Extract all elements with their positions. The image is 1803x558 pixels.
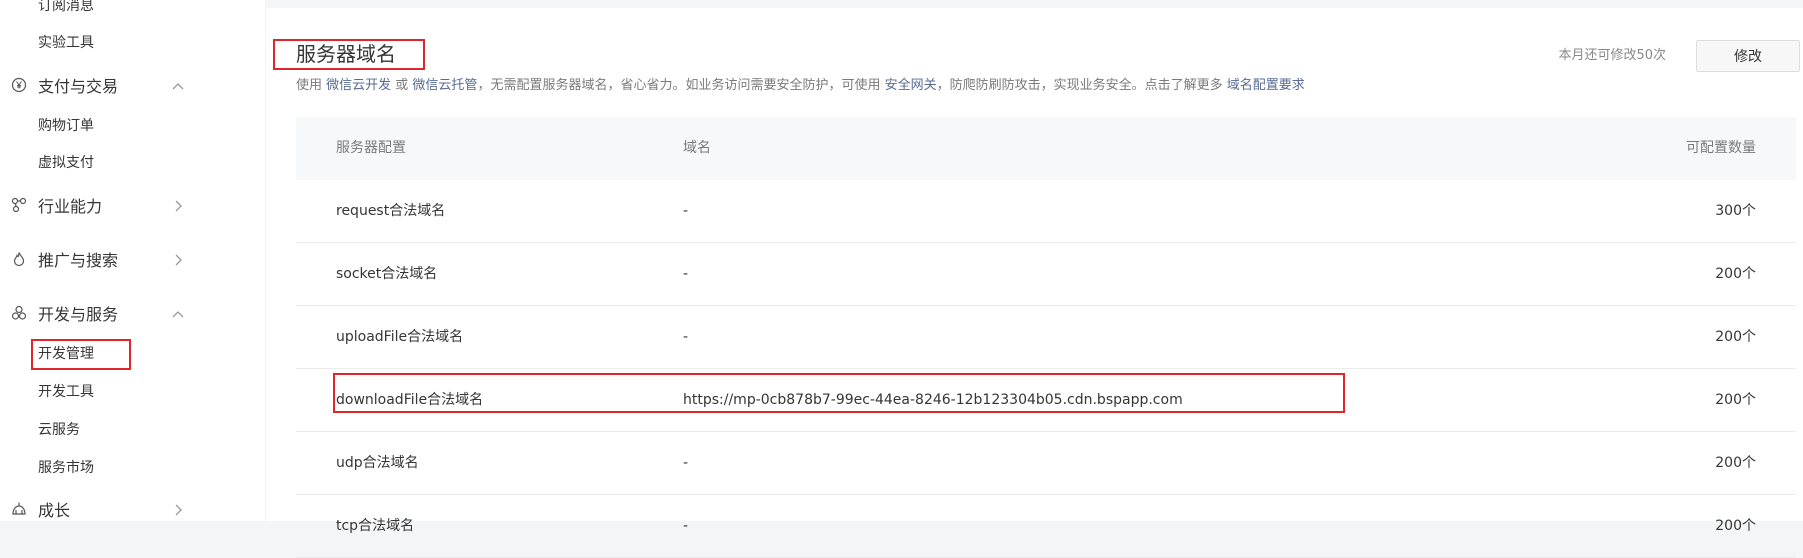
- chevron-right-icon: [171, 252, 185, 266]
- desc-text: 或: [391, 78, 413, 93]
- table-row: request合法域名 - 300个: [296, 180, 1796, 243]
- sidebar-item-cloud-service[interactable]: 云服务: [38, 420, 80, 440]
- main-panel: 服务器域名 使用 微信云开发 或 微信云托管，无需配置服务器域名，省心省力。如业…: [266, 8, 1803, 558]
- desc-text: 使用: [296, 78, 327, 93]
- table-header: 服务器配置 域名 可配置数量: [296, 117, 1796, 180]
- cell-count: 200个: [1715, 455, 1756, 471]
- sidebar-item-experiment-tools[interactable]: 实验工具: [38, 33, 94, 53]
- sidebar-group-promotion[interactable]: 推广与搜索: [10, 247, 185, 271]
- sidebar-item-dev-management[interactable]: 开发管理: [38, 344, 94, 364]
- modify-button[interactable]: 修改: [1696, 40, 1800, 72]
- header-count: 可配置数量: [1686, 140, 1756, 156]
- sidebar-item-virtual-payment[interactable]: 虚拟支付: [38, 153, 94, 173]
- growth-icon: [10, 500, 28, 518]
- cell-config: tcp合法域名: [336, 518, 415, 534]
- cell-count: 200个: [1715, 266, 1756, 282]
- table-row: tcp合法域名 - 200个: [296, 495, 1796, 558]
- sidebar-item-shopping-orders[interactable]: 购物订单: [38, 116, 94, 136]
- security-gateway-link[interactable]: 安全网关: [885, 78, 937, 93]
- cell-count: 200个: [1715, 329, 1756, 345]
- yen-circle-icon: [10, 76, 28, 94]
- cell-count: 200个: [1715, 518, 1756, 534]
- cell-count: 300个: [1715, 203, 1756, 219]
- table-row: uploadFile合法域名 - 200个: [296, 306, 1796, 369]
- cell-domain: -: [683, 329, 689, 345]
- sidebar-group-payment[interactable]: 支付与交易: [10, 73, 185, 97]
- cell-config: request合法域名: [336, 203, 446, 219]
- cell-domain: -: [683, 266, 689, 282]
- domain-table: 服务器配置 域名 可配置数量 request合法域名 - 300个 socket…: [296, 117, 1796, 558]
- chevron-up-icon: [171, 78, 185, 92]
- cell-config: udp合法域名: [336, 455, 419, 471]
- desc-text: ，无需配置服务器域名，省心省力。如业务访问需要安全防护，可使用: [477, 78, 885, 93]
- sidebar-group-industry[interactable]: 行业能力: [10, 193, 185, 217]
- sidebar-group-label: 行业能力: [38, 197, 103, 216]
- chevron-right-icon: [171, 198, 185, 212]
- nodes-icon: [10, 196, 28, 214]
- cell-config: socket合法域名: [336, 266, 438, 282]
- header-domain: 域名: [683, 140, 711, 156]
- sidebar-group-dev-service[interactable]: 开发与服务: [10, 301, 185, 325]
- wechat-cloud-host-link[interactable]: 微信云托管: [412, 78, 477, 93]
- chevron-right-icon: [171, 502, 185, 516]
- sidebar-group-label: 开发与服务: [38, 305, 119, 324]
- sidebar-item-dev-tools[interactable]: 开发工具: [38, 382, 94, 402]
- flame-icon: [10, 250, 28, 268]
- sidebar-group-growth[interactable]: 成长: [10, 497, 185, 521]
- description: 使用 微信云开发 或 微信云托管，无需配置服务器域名，省心省力。如业务访问需要安…: [296, 76, 1305, 96]
- sidebar-group-label: 支付与交易: [38, 77, 119, 96]
- cell-domain: -: [683, 518, 689, 534]
- sidebar-group-label: 推广与搜索: [38, 251, 119, 270]
- table-row: socket合法域名 - 200个: [296, 243, 1796, 306]
- cell-domain: -: [683, 203, 689, 219]
- cell-domain: -: [683, 455, 689, 471]
- sidebar-item-subscribe-message[interactable]: 订阅消息: [38, 0, 94, 16]
- domain-config-requirements-link[interactable]: 域名配置要求: [1227, 78, 1305, 93]
- table-row: downloadFile合法域名 https://mp-0cb878b7-99e…: [296, 369, 1796, 432]
- sidebar-group-label: 成长: [38, 501, 71, 520]
- header-config: 服务器配置: [336, 140, 406, 156]
- cell-domain: https://mp-0cb878b7-99ec-44ea-8246-12b12…: [683, 392, 1183, 408]
- flower-icon: [10, 304, 28, 322]
- wechat-cloud-dev-link[interactable]: 微信云开发: [326, 78, 391, 93]
- chevron-up-icon: [171, 306, 185, 320]
- quota-text: 本月还可修改50次: [1558, 48, 1666, 63]
- cell-config: downloadFile合法域名: [336, 392, 484, 408]
- sidebar-item-service-market[interactable]: 服务市场: [38, 458, 94, 478]
- page-title: 服务器域名: [296, 42, 396, 66]
- table-row: udp合法域名 - 200个: [296, 432, 1796, 495]
- cell-count: 200个: [1715, 392, 1756, 408]
- sidebar: 订阅消息 实验工具 支付与交易 购物订单 虚拟支付 行业能力 推广与搜索 开发与…: [0, 0, 265, 521]
- desc-text: ，防爬防刷防攻击，实现业务安全。点击了解更多: [936, 78, 1227, 93]
- cell-config: uploadFile合法域名: [336, 329, 464, 345]
